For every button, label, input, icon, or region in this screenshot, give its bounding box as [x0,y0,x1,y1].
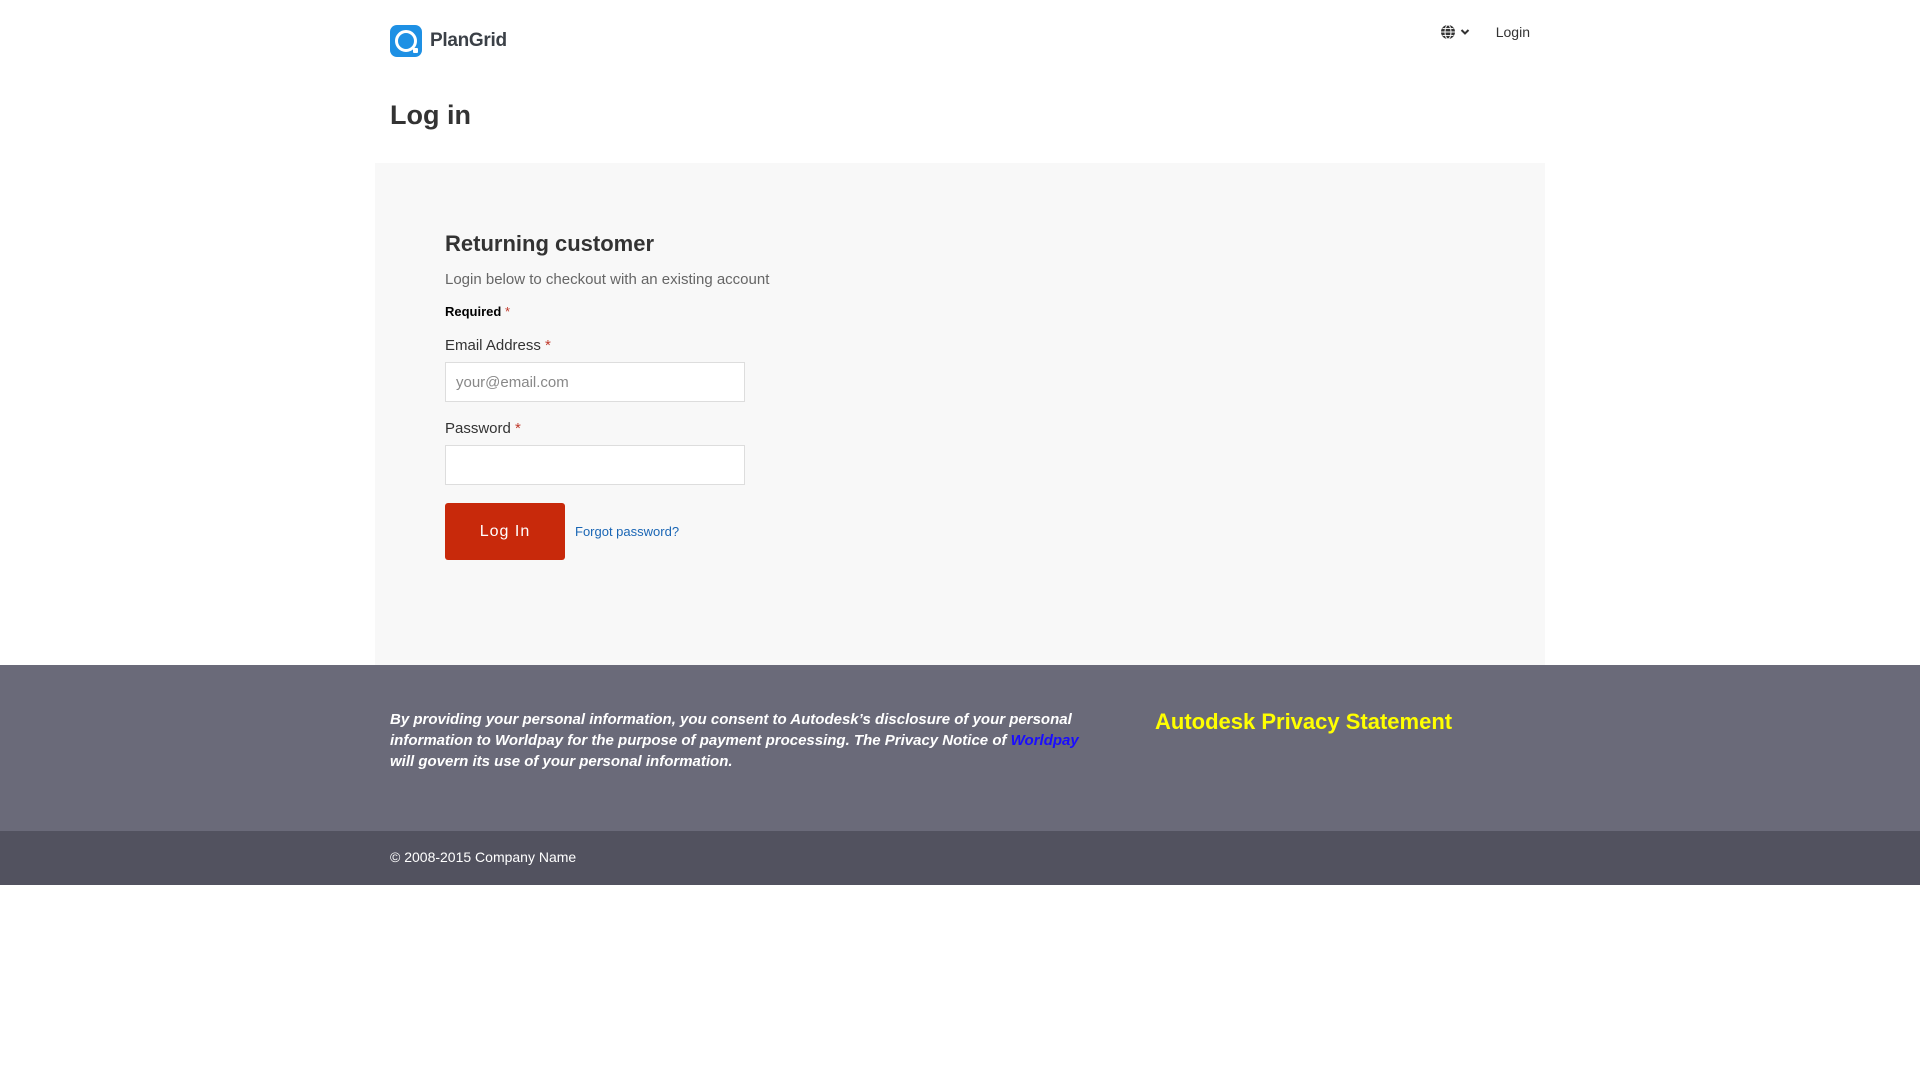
section-subtitle: Login below to checkout with an existing… [445,271,770,288]
email-label: Email Address * [445,337,1475,354]
plangrid-logo-icon [390,25,422,57]
nav-login-link[interactable]: Login [1496,24,1530,40]
footer-consent-section: By providing your personal information, … [0,665,1920,831]
footer-copyright-bar: © 2008-2015 Company Name [0,831,1920,885]
copyright-text: © 2008-2015 Company Name [390,849,577,865]
header-nav: Login [1440,24,1530,40]
login-panel: Returning customer Login below to checko… [375,163,1545,665]
section-title: Returning customer [445,231,655,256]
password-label: Password * [445,420,1475,437]
privacy-statement-link[interactable]: Autodesk Privacy Statement [1155,709,1452,772]
main-content: Log in Returning customer Login below to… [375,80,1545,665]
email-label-text: Email Address [445,337,541,354]
email-field[interactable] [445,362,745,402]
plangrid-logo[interactable]: PlanGrid [390,25,507,57]
logo-text: PlanGrid [430,30,507,51]
password-label-text: Password [445,420,511,437]
site-header: PlanGrid Login [375,0,1545,80]
password-field[interactable] [445,445,745,485]
page-title: Log in [390,100,471,130]
required-asterisk: * [504,304,511,319]
consent-text: By providing your personal information, … [375,709,1105,772]
form-actions: Log In Forgot password? [445,503,1475,560]
login-button[interactable]: Log In [445,503,565,560]
chevron-down-icon [1460,29,1469,35]
language-selector[interactable] [1440,24,1470,40]
required-note: Required * [445,304,1475,319]
password-required-asterisk: * [515,420,521,437]
forgot-password-link[interactable]: Forgot password? [575,524,679,539]
required-label: Required [445,304,502,319]
globe-icon [1440,24,1455,40]
worldpay-link[interactable]: Worldpay [1011,732,1079,749]
consent-text-after: will govern its use of your personal inf… [390,753,733,770]
consent-text-before: By providing your personal information, … [390,711,1072,749]
email-required-asterisk: * [545,337,551,354]
